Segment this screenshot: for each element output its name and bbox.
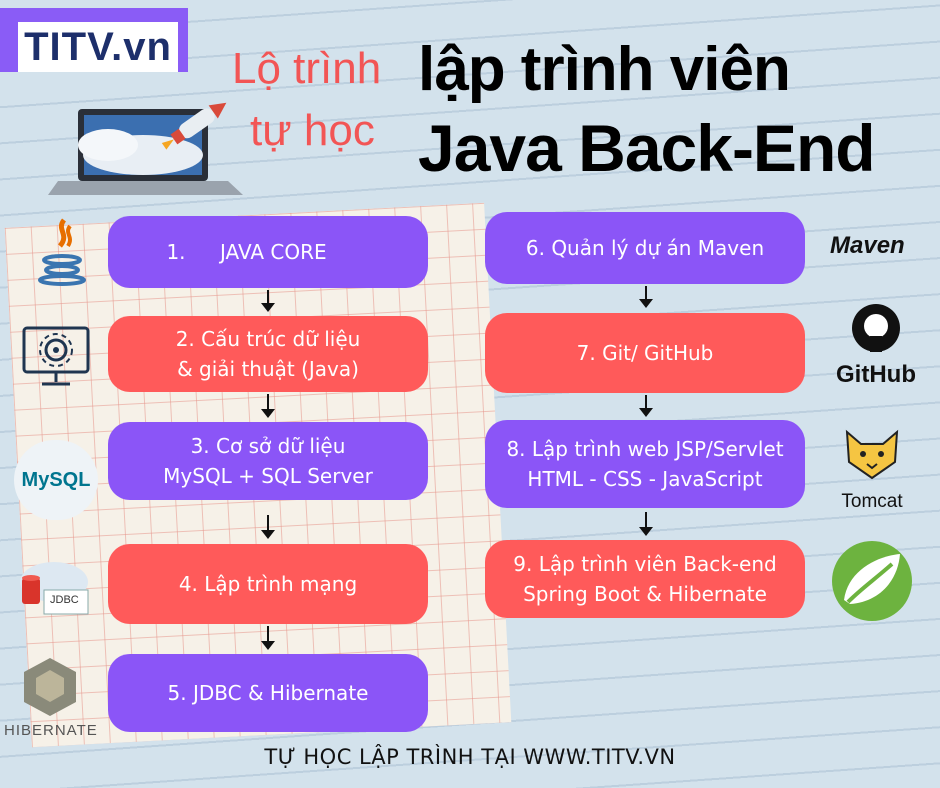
tomcat-cat-icon bbox=[845, 429, 899, 480]
arrow-2-3 bbox=[261, 394, 275, 418]
step-3-database[interactable]: 3. Cơ sở dữ liệu MySQL + SQL Server bbox=[108, 422, 428, 500]
arrow-3-4 bbox=[261, 515, 275, 539]
main-title-line-1: lập trình viên bbox=[418, 35, 791, 104]
settings-monitor-icon bbox=[22, 326, 90, 386]
cloud-icon bbox=[20, 562, 89, 615]
subtitle-line-1: Lộ trình bbox=[232, 44, 382, 93]
arrow-4-5 bbox=[261, 626, 275, 650]
step-2-line-2: & giải thuật (Java) bbox=[177, 357, 359, 381]
step-4-label: 4. Lập trình mạng bbox=[178, 572, 358, 596]
hibernate-logo: HIBERNATE bbox=[4, 656, 98, 742]
step-3-line-1: 3. Cơ sở dữ liệu bbox=[190, 434, 346, 458]
maven-logo: Maven bbox=[830, 232, 905, 260]
brand-logo[interactable]: TITV.vn bbox=[0, 8, 188, 72]
step-1-label: JAVA CORE bbox=[220, 240, 327, 264]
step-1-number: 1. bbox=[166, 240, 186, 264]
step-5-label: 5. JDBC & Hibernate bbox=[167, 681, 369, 705]
step-6-maven[interactable]: 6. Quản lý dự án Maven bbox=[485, 212, 805, 284]
step-2-data-structures[interactable]: 2. Cấu trúc dữ liệu & giải thuật (Java) bbox=[108, 316, 428, 392]
step-7-git-github[interactable]: 7. Git/ GitHub bbox=[485, 313, 805, 393]
arrow-8-9 bbox=[639, 512, 653, 536]
footer-website[interactable]: TỰ HỌC LẬP TRÌNH TẠI WWW.TITV.VN bbox=[0, 745, 940, 769]
step-2-line-1: 2. Cấu trúc dữ liệu bbox=[175, 327, 361, 351]
step-6-label: 6. Quản lý dự án Maven bbox=[525, 236, 765, 260]
step-1-java-core[interactable]: 1. JAVA CORE bbox=[108, 216, 428, 288]
step-8-web-jsp-servlet[interactable]: 8. Lập trình web JSP/Servlet HTML - CSS … bbox=[485, 420, 805, 508]
github-logo-text: GitHub bbox=[836, 361, 916, 388]
step-9-line-2: Spring Boot & Hibernate bbox=[523, 582, 767, 606]
maven-logo-text: Maven bbox=[830, 232, 905, 259]
jdbc-database-icon: JDBC bbox=[14, 556, 94, 626]
brand-logo-text: TITV.vn bbox=[18, 22, 178, 72]
main-title-line-2: Java Back-End bbox=[418, 111, 876, 185]
arrow-6-7 bbox=[639, 286, 653, 308]
tomcat-logo: Tomcat bbox=[830, 426, 914, 514]
subtitle-line-2: tự học bbox=[250, 106, 375, 155]
step-7-label: 7. Git/ GitHub bbox=[576, 341, 714, 365]
hibernate-label: HIBERNATE bbox=[4, 722, 98, 739]
arrow-1-2 bbox=[261, 290, 275, 312]
step-5-jdbc-hibernate[interactable]: 5. JDBC & Hibernate bbox=[108, 654, 428, 732]
github-octocat-icon bbox=[852, 304, 900, 352]
step-4-networking[interactable]: 4. Lập trình mạng bbox=[108, 544, 428, 624]
jdbc-label: JDBC bbox=[50, 594, 79, 606]
spring-leaf-icon bbox=[832, 541, 912, 621]
step-3-line-2: MySQL + SQL Server bbox=[163, 464, 373, 488]
github-logo: GitHub bbox=[828, 302, 924, 388]
hibernate-emblem-icon bbox=[24, 658, 76, 716]
tomcat-logo-text: Tomcat bbox=[841, 491, 903, 512]
laptop-rocket-icon bbox=[48, 102, 243, 195]
step-8-line-1: 8. Lập trình web JSP/Servlet bbox=[506, 437, 784, 461]
step-9-line-1: 9. Lập trình viên Back-end bbox=[513, 552, 777, 576]
step-8-line-2: HTML - CSS - JavaScript bbox=[527, 467, 763, 491]
mysql-logo: MySQL bbox=[14, 440, 98, 520]
arrow-7-8 bbox=[639, 395, 653, 417]
java-icon bbox=[38, 218, 86, 286]
step-9-spring-boot[interactable]: 9. Lập trình viên Back-end Spring Boot &… bbox=[485, 540, 805, 618]
mysql-logo-text: MySQL bbox=[21, 468, 91, 491]
